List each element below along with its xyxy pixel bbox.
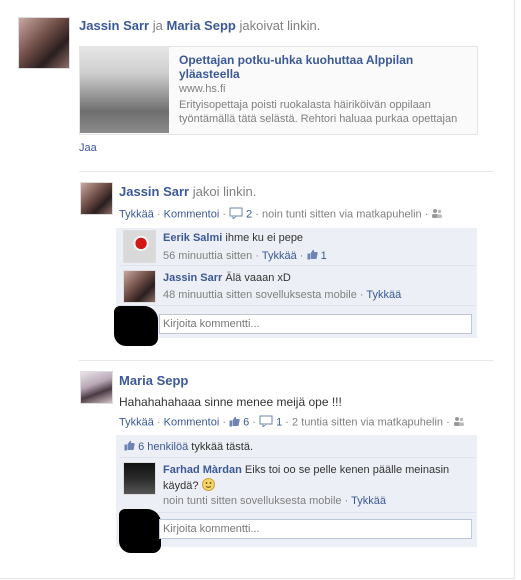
thumbs-up-icon [124, 440, 135, 454]
comment2-time[interactable]: 48 minuuttia sitten sovelluksesta mobile [163, 289, 357, 301]
story1-time[interactable]: noin tunti sitten via matkapuhelin [262, 208, 422, 220]
story2-like-count[interactable]: 6 [243, 416, 249, 428]
divider-2 [79, 360, 494, 361]
story1-comment-link[interactable]: Kommentoi [164, 208, 220, 220]
comment1-meta: 56 minuuttia sitten · Tykkää · 1 [163, 249, 327, 263]
thumbs-up-icon [229, 416, 240, 430]
story2-like-link[interactable]: Tykkää [119, 416, 154, 428]
avatar-jassin[interactable] [18, 17, 70, 69]
share-link[interactable]: Jaa [79, 142, 97, 154]
link-desc-2: työntämällä tätä selästä. Rehtori haluaa… [179, 113, 458, 125]
avatar-eerik[interactable] [123, 230, 156, 263]
story1-actions: Tykkää · Kommentoi · 2 · noin tunti sitt… [119, 207, 443, 222]
link-title-2[interactable]: yläasteella [179, 67, 240, 81]
post1-header: Jassin Sarr ja Maria Sepp jakoivat linki… [79, 18, 320, 33]
story1-comment-count[interactable]: 2 [246, 208, 252, 220]
link-desc-1: Erityisopettaja poisti ruokalasta häirik… [179, 99, 431, 111]
story2-time[interactable]: 2 tuntia sitten via matkapuhelin [292, 416, 443, 428]
comment3-text-row: Farhad Màrdan Eiks toi oo se pelle kenen… [163, 464, 449, 476]
comment2-author[interactable]: Jassin Sarr [163, 272, 222, 284]
avatar-jassin-small[interactable] [80, 182, 113, 215]
post1-conj: ja [152, 18, 163, 33]
comment1-text: ihme ku ei pepe [225, 232, 304, 244]
avatar-farhad[interactable] [123, 462, 156, 495]
comment-icon [259, 415, 273, 430]
story1-like-link[interactable]: Tykkää [119, 208, 154, 220]
story1-comment-input[interactable]: Kirjoita kommentti... [159, 314, 472, 334]
comment3-text-1: Eiks toi oo se pelle kenen päälle meinas… [244, 464, 450, 476]
comment-separator [119, 512, 475, 513]
comment2-text: Älä vaaan xD [225, 272, 291, 284]
comment2-text-row: Jassin Sarr Älä vaaan xD [163, 272, 291, 284]
story1-header: Jassin Sarr jakoi linkin. [119, 184, 256, 199]
story1-author-link[interactable]: Jassin Sarr [119, 184, 189, 199]
friends-icon [453, 416, 465, 429]
likes-summary: 6 henkilöä tykkää tästä. [124, 440, 253, 454]
comment3-text-row-2: käydä? [163, 478, 215, 494]
comment1-like-link[interactable]: Tykkää [262, 250, 297, 262]
story2-comment-count[interactable]: 1 [276, 416, 282, 428]
comment3-meta: noin tunti sitten sovelluksesta mobile ·… [163, 495, 386, 507]
avatar-maria[interactable] [80, 371, 113, 404]
likes-summary-suffix: tykkää tästä. [191, 440, 254, 453]
smiley-icon [201, 478, 215, 494]
comment-separator [119, 457, 475, 458]
comment-separator [119, 265, 475, 266]
comment2-meta: 48 minuuttia sitten sovelluksesta mobile… [163, 289, 402, 301]
comment-icon [229, 207, 243, 222]
comment1-text-row: Eerik Salmi ihme ku ei pepe [163, 232, 303, 244]
comment2-like-link[interactable]: Tykkää [366, 289, 401, 301]
friends-icon [431, 208, 443, 221]
story2-actions: Tykkää · Kommentoi · 6 · 1 · 2 tuntia si… [119, 415, 465, 430]
comment1-author[interactable]: Eerik Salmi [163, 232, 222, 244]
comment3-author[interactable]: Farhad Màrdan [163, 464, 242, 476]
comment-separator [119, 305, 475, 306]
post1-actor2-link[interactable]: Maria Sepp [166, 18, 235, 33]
comment3-text-2: käydä? [163, 479, 199, 492]
avatar-jassin-comment[interactable] [123, 270, 156, 303]
redacted-avatar [114, 306, 158, 346]
link-domain: www.hs.fi [179, 83, 226, 95]
thumbs-up-icon [307, 249, 318, 263]
link-title-1[interactable]: Opettajan potku-uhka kuohuttaa Alppilan [179, 53, 413, 67]
comment1-time[interactable]: 56 minuuttia sitten [163, 250, 252, 262]
post1-actor1-link[interactable]: Jassin Sarr [79, 18, 149, 33]
comment3-like-link[interactable]: Tykkää [351, 495, 386, 507]
story2-text: Hahahahahaaa sinne menee meijä ope !!! [119, 395, 342, 409]
post1-verb: jakoivat linkin. [239, 18, 321, 33]
story2-comment-input[interactable]: Kirjoita kommentti... [159, 519, 472, 539]
likes-summary-link[interactable]: 6 henkilöä [138, 441, 188, 453]
story2-author-link[interactable]: Maria Sepp [119, 373, 188, 388]
story2-comment-link[interactable]: Kommentoi [164, 416, 220, 428]
story1-verb: jakoi linkin. [192, 184, 257, 199]
divider-1 [79, 171, 494, 172]
comment1-like-count[interactable]: 1 [321, 250, 327, 262]
comment3-time[interactable]: noin tunti sitten sovelluksesta mobile [163, 495, 342, 507]
link-thumbnail[interactable] [80, 47, 169, 133]
redacted-avatar [119, 509, 161, 553]
